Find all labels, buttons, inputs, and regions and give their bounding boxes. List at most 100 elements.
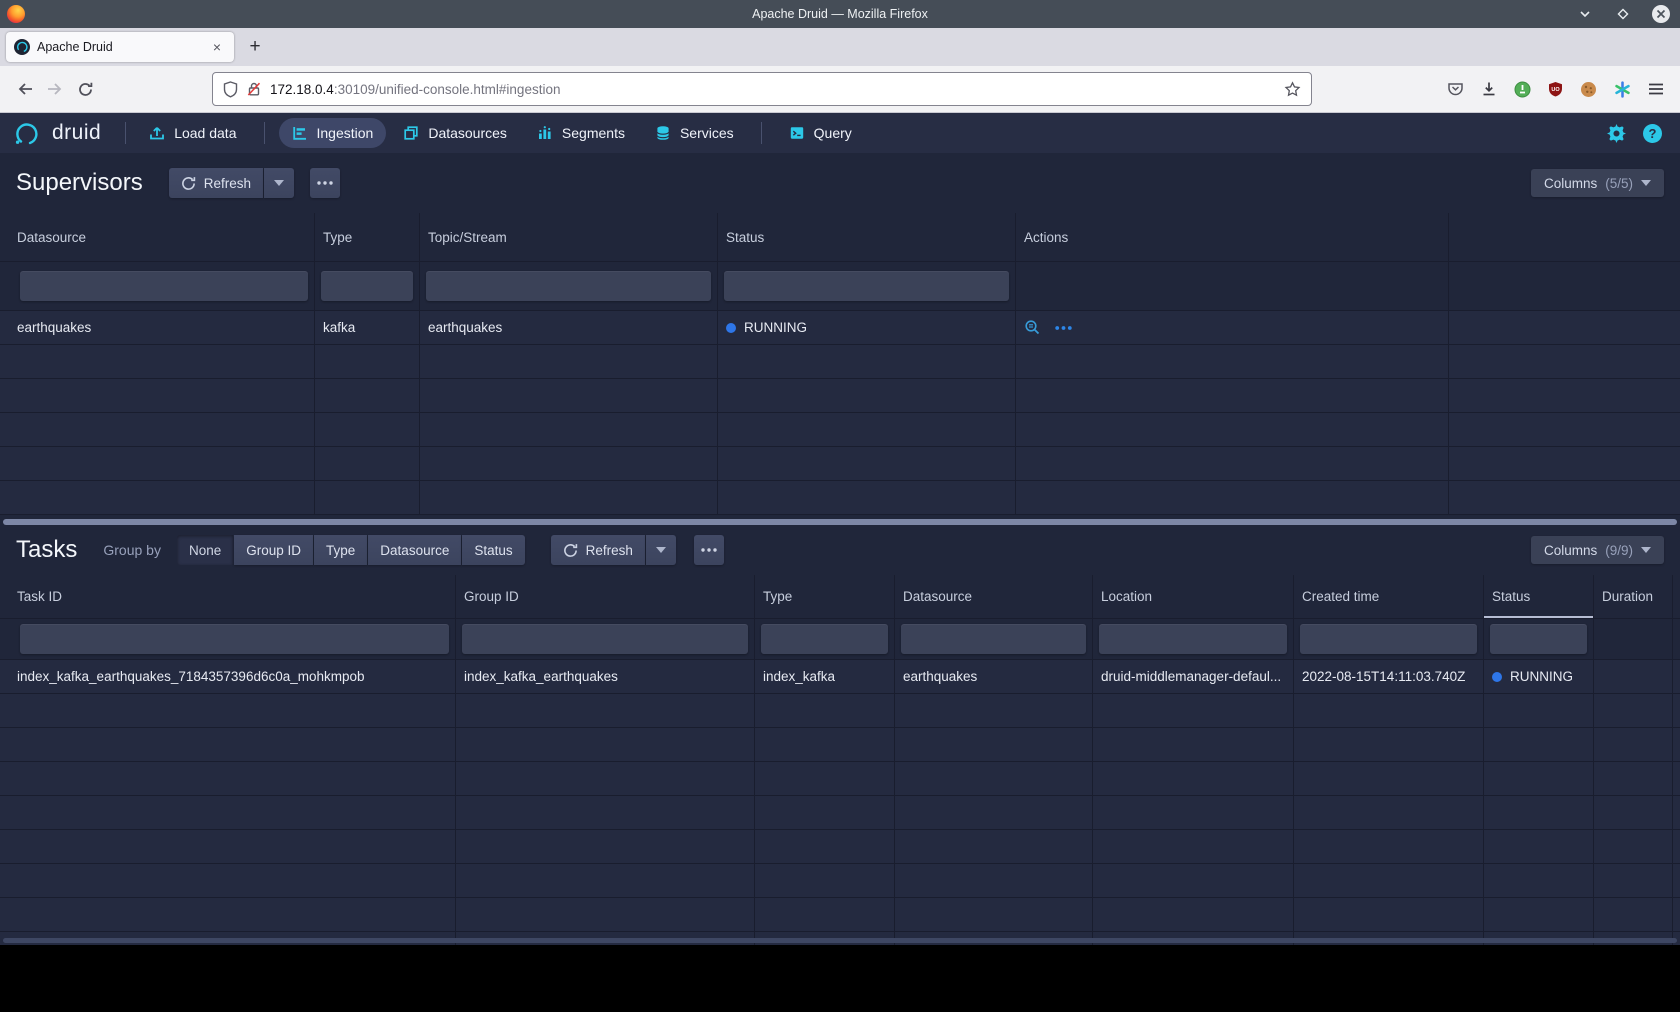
tasks-filter-location[interactable]	[1099, 624, 1287, 654]
empty-cell	[717, 481, 1015, 514]
window-maximize-icon[interactable]	[1614, 5, 1632, 23]
ublock-shield-icon[interactable]: UO	[1548, 81, 1563, 97]
tasks-filter-created-time[interactable]	[1300, 624, 1477, 654]
supervisors-columns-button[interactable]: Columns (5/5)	[1531, 169, 1664, 197]
column-header-group-id[interactable]: Group ID	[455, 575, 754, 618]
empty-cell	[1092, 898, 1293, 931]
reload-icon[interactable]	[70, 74, 100, 104]
gantt-chart-icon	[292, 125, 308, 141]
supervisors-refresh-button[interactable]: Refresh	[169, 168, 263, 198]
columns-label: Columns	[1544, 176, 1597, 191]
column-header-datasource[interactable]: Datasource	[0, 213, 314, 261]
url-text[interactable]: 172.18.0.4:30109/unified-console.html#in…	[270, 82, 1276, 97]
tasks-refresh-button[interactable]: Refresh	[551, 535, 645, 565]
asterisk-extension-icon[interactable]	[1614, 81, 1631, 98]
supervisors-filter-type[interactable]	[321, 271, 413, 301]
empty-cell	[455, 694, 754, 727]
empty-cell	[419, 379, 717, 412]
tasks-filter-row	[0, 619, 1680, 660]
empty-cell	[754, 762, 894, 795]
caret-down-icon	[274, 180, 284, 186]
nav-item-label: Query	[814, 125, 852, 141]
group-by-button-group: None Group ID Type Datasource Status	[177, 535, 525, 565]
supervisors-filter-status[interactable]	[724, 271, 1009, 301]
cell-topic: earthquakes	[419, 311, 717, 344]
tasks-refresh-interval-dropdown[interactable]	[646, 535, 676, 565]
status-text: RUNNING	[1510, 669, 1573, 684]
group-by-label: Group by	[103, 542, 161, 558]
column-header-task-id[interactable]: Task ID	[0, 575, 455, 618]
column-header-status-sorted[interactable]: Status	[1483, 575, 1593, 618]
group-by-none-button[interactable]: None	[177, 535, 233, 565]
new-tab-button[interactable]: +	[240, 32, 270, 62]
supervisors-refresh-interval-dropdown[interactable]	[264, 168, 294, 198]
group-by-datasource-button[interactable]: Datasource	[368, 535, 461, 565]
empty-cell	[754, 898, 894, 931]
help-icon[interactable]: ?	[1643, 124, 1662, 143]
column-spacer	[1672, 660, 1680, 693]
tracking-shield-icon[interactable]	[223, 81, 238, 98]
column-header-topic-stream[interactable]: Topic/Stream	[419, 213, 717, 261]
settings-gear-icon[interactable]	[1607, 124, 1626, 143]
nav-item-services[interactable]: Services	[642, 118, 747, 148]
bookmark-star-icon[interactable]	[1284, 81, 1301, 98]
column-header-datasource[interactable]: Datasource	[894, 575, 1092, 618]
tasks-filter-type[interactable]	[761, 624, 888, 654]
column-header-type[interactable]: Type	[754, 575, 894, 618]
supervisors-more-button[interactable]	[310, 168, 340, 198]
forward-icon[interactable]	[40, 74, 70, 104]
row-more-actions-icon[interactable]	[1055, 326, 1072, 330]
nav-item-segments[interactable]: Segments	[524, 118, 638, 148]
cookie-extension-icon[interactable]	[1580, 81, 1597, 98]
tasks-columns-button[interactable]: Columns (9/9)	[1531, 536, 1664, 564]
url-bar[interactable]: 172.18.0.4:30109/unified-console.html#in…	[212, 72, 1312, 106]
tab-close-icon[interactable]: ×	[208, 38, 226, 56]
nav-item-load-data[interactable]: Load data	[136, 118, 249, 148]
tab-apache-druid[interactable]: Apache Druid ×	[6, 32, 234, 62]
tasks-filter-status[interactable]	[1490, 624, 1587, 654]
menu-hamburger-icon[interactable]	[1648, 82, 1664, 96]
tasks-filter-datasource[interactable]	[901, 624, 1086, 654]
empty-cell	[1293, 728, 1483, 761]
group-by-status-button[interactable]: Status	[462, 535, 524, 565]
column-header-type[interactable]: Type	[314, 213, 419, 261]
column-header-duration[interactable]: Duration	[1593, 575, 1672, 618]
tasks-more-button[interactable]	[694, 535, 724, 565]
column-header-status[interactable]: Status	[717, 213, 1015, 261]
cell-datasource: earthquakes	[894, 660, 1092, 693]
group-by-group-id-button[interactable]: Group ID	[234, 535, 313, 565]
cell-type: kafka	[314, 311, 419, 344]
druid-logo[interactable]: druid	[14, 120, 101, 146]
extension-green-icon[interactable]	[1514, 81, 1531, 98]
window-close-icon[interactable]	[1652, 5, 1670, 23]
column-header-created-time[interactable]: Created time	[1293, 575, 1483, 618]
browser-toolbar: 172.18.0.4:30109/unified-console.html#in…	[0, 66, 1680, 113]
downloads-icon[interactable]	[1481, 81, 1497, 97]
tasks-horizontal-scrollbar[interactable]	[3, 938, 1677, 943]
caret-down-icon	[1641, 547, 1651, 553]
supervisors-filter-actions-empty	[1015, 262, 1448, 310]
nav-item-label: Services	[680, 125, 734, 141]
window-minimize-icon[interactable]	[1576, 5, 1594, 23]
table-row-empty	[0, 694, 1680, 728]
upload-icon	[149, 125, 165, 141]
tasks-filter-task-id[interactable]	[20, 624, 449, 654]
pocket-icon[interactable]	[1447, 81, 1464, 97]
column-header-location[interactable]: Location	[1092, 575, 1293, 618]
nav-item-ingestion[interactable]: Ingestion	[279, 118, 387, 148]
insecure-lock-icon[interactable]	[246, 81, 262, 97]
nav-item-query[interactable]: Query	[776, 118, 865, 148]
empty-cell	[455, 864, 754, 897]
columns-label: Columns	[1544, 543, 1597, 558]
nav-item-datasources[interactable]: Datasources	[390, 118, 520, 148]
supervisors-filter-topic-stream[interactable]	[426, 271, 711, 301]
back-icon[interactable]	[10, 74, 40, 104]
supervisors-filter-datasource[interactable]	[20, 271, 308, 301]
empty-cell	[1015, 379, 1448, 412]
cell-task-id: index_kafka_earthquakes_7184357396d6c0a_…	[0, 660, 455, 693]
inspect-magnifier-icon[interactable]	[1024, 319, 1041, 336]
empty-cell	[1448, 379, 1680, 412]
group-by-type-button[interactable]: Type	[314, 535, 367, 565]
empty-cell	[1593, 694, 1672, 727]
tasks-filter-group-id[interactable]	[462, 624, 748, 654]
